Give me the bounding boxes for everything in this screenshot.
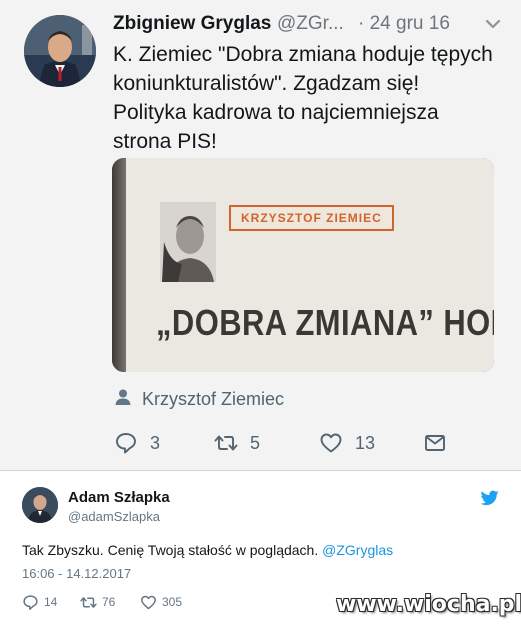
tweet-text-line: koniunkturalistów". Zgadzam się!	[113, 72, 420, 95]
retweet-button[interactable]: 5	[214, 430, 260, 456]
like-icon	[320, 433, 342, 453]
media-author-label: KRZYSZTOF ZIEMIEC	[229, 205, 394, 231]
author-handle[interactable]: @adamSzlapka	[68, 509, 160, 524]
page-fold	[112, 158, 126, 372]
direct-message-button[interactable]	[423, 430, 447, 456]
date-value: 24 gru 16	[369, 13, 450, 34]
date-separator: ·	[358, 13, 365, 34]
tweet-timestamp[interactable]: 16:06 - 14.12.2017	[22, 566, 131, 581]
reply-icon	[116, 433, 136, 454]
chevron-down-icon[interactable]	[483, 14, 503, 34]
like-button[interactable]: 13	[319, 430, 375, 456]
author-photo	[160, 202, 216, 282]
retweet-count: 5	[250, 432, 261, 453]
newspaper-page: KRZYSZTOF ZIEMIEC „DOBRA ZMIANA” HOD	[126, 158, 494, 372]
retweet-button[interactable]: 76	[80, 593, 115, 611]
author-name[interactable]: Adam Szłapka	[68, 489, 170, 506]
person-icon	[115, 389, 131, 405]
tweet-text: K. Ziemiec "Dobra zmiana hoduje tępych k…	[113, 40, 513, 156]
author-name[interactable]: Zbigniew Gryglas	[113, 13, 271, 35]
reply-button[interactable]: 14	[22, 593, 57, 611]
avatar[interactable]	[24, 15, 96, 87]
tweet-date[interactable]: · 24 gru 16	[358, 13, 450, 35]
author-handle[interactable]: @ZGr...	[277, 13, 344, 35]
tweet-text-line: Polityka kadrowa to najciemniejsza	[113, 101, 439, 124]
reply-button[interactable]: 3	[114, 430, 160, 456]
tweet-text: Tak Zbyszku. Cenię Twoją stałość w poglą…	[22, 542, 393, 558]
tweet-main: Zbigniew Gryglas @ZGr... · 24 gru 16 K. …	[0, 0, 521, 470]
like-count: 13	[355, 432, 376, 453]
like-icon	[141, 595, 156, 609]
twitter-bird-icon[interactable]	[481, 490, 499, 506]
retweet-icon	[214, 435, 238, 451]
mention-link[interactable]: @ZGryglas	[322, 542, 393, 558]
message-icon	[425, 435, 445, 451]
retweet-icon	[80, 596, 97, 608]
like-button[interactable]: 305	[140, 593, 182, 611]
tweet-text-line: K. Ziemiec "Dobra zmiana hoduje tępych	[113, 43, 493, 66]
reply-icon	[23, 594, 38, 610]
site-watermark: www.wiocha.pl	[336, 592, 521, 617]
like-count: 305	[162, 595, 183, 609]
reply-count: 3	[150, 432, 161, 453]
tagged-person[interactable]: Krzysztof Ziemiec	[142, 389, 284, 410]
reply-count: 14	[44, 595, 58, 609]
tweet-media-image[interactable]: KRZYSZTOF ZIEMIEC „DOBRA ZMIANA” HOD	[112, 158, 494, 372]
tweet-text-body: Tak Zbyszku. Cenię Twoją stałość w poglą…	[22, 542, 323, 558]
retweet-count: 76	[102, 595, 116, 609]
media-headline: „DOBRA ZMIANA” HOD	[156, 302, 494, 343]
tweet-text-line: strona PIS!	[113, 130, 217, 153]
avatar[interactable]	[22, 487, 58, 523]
